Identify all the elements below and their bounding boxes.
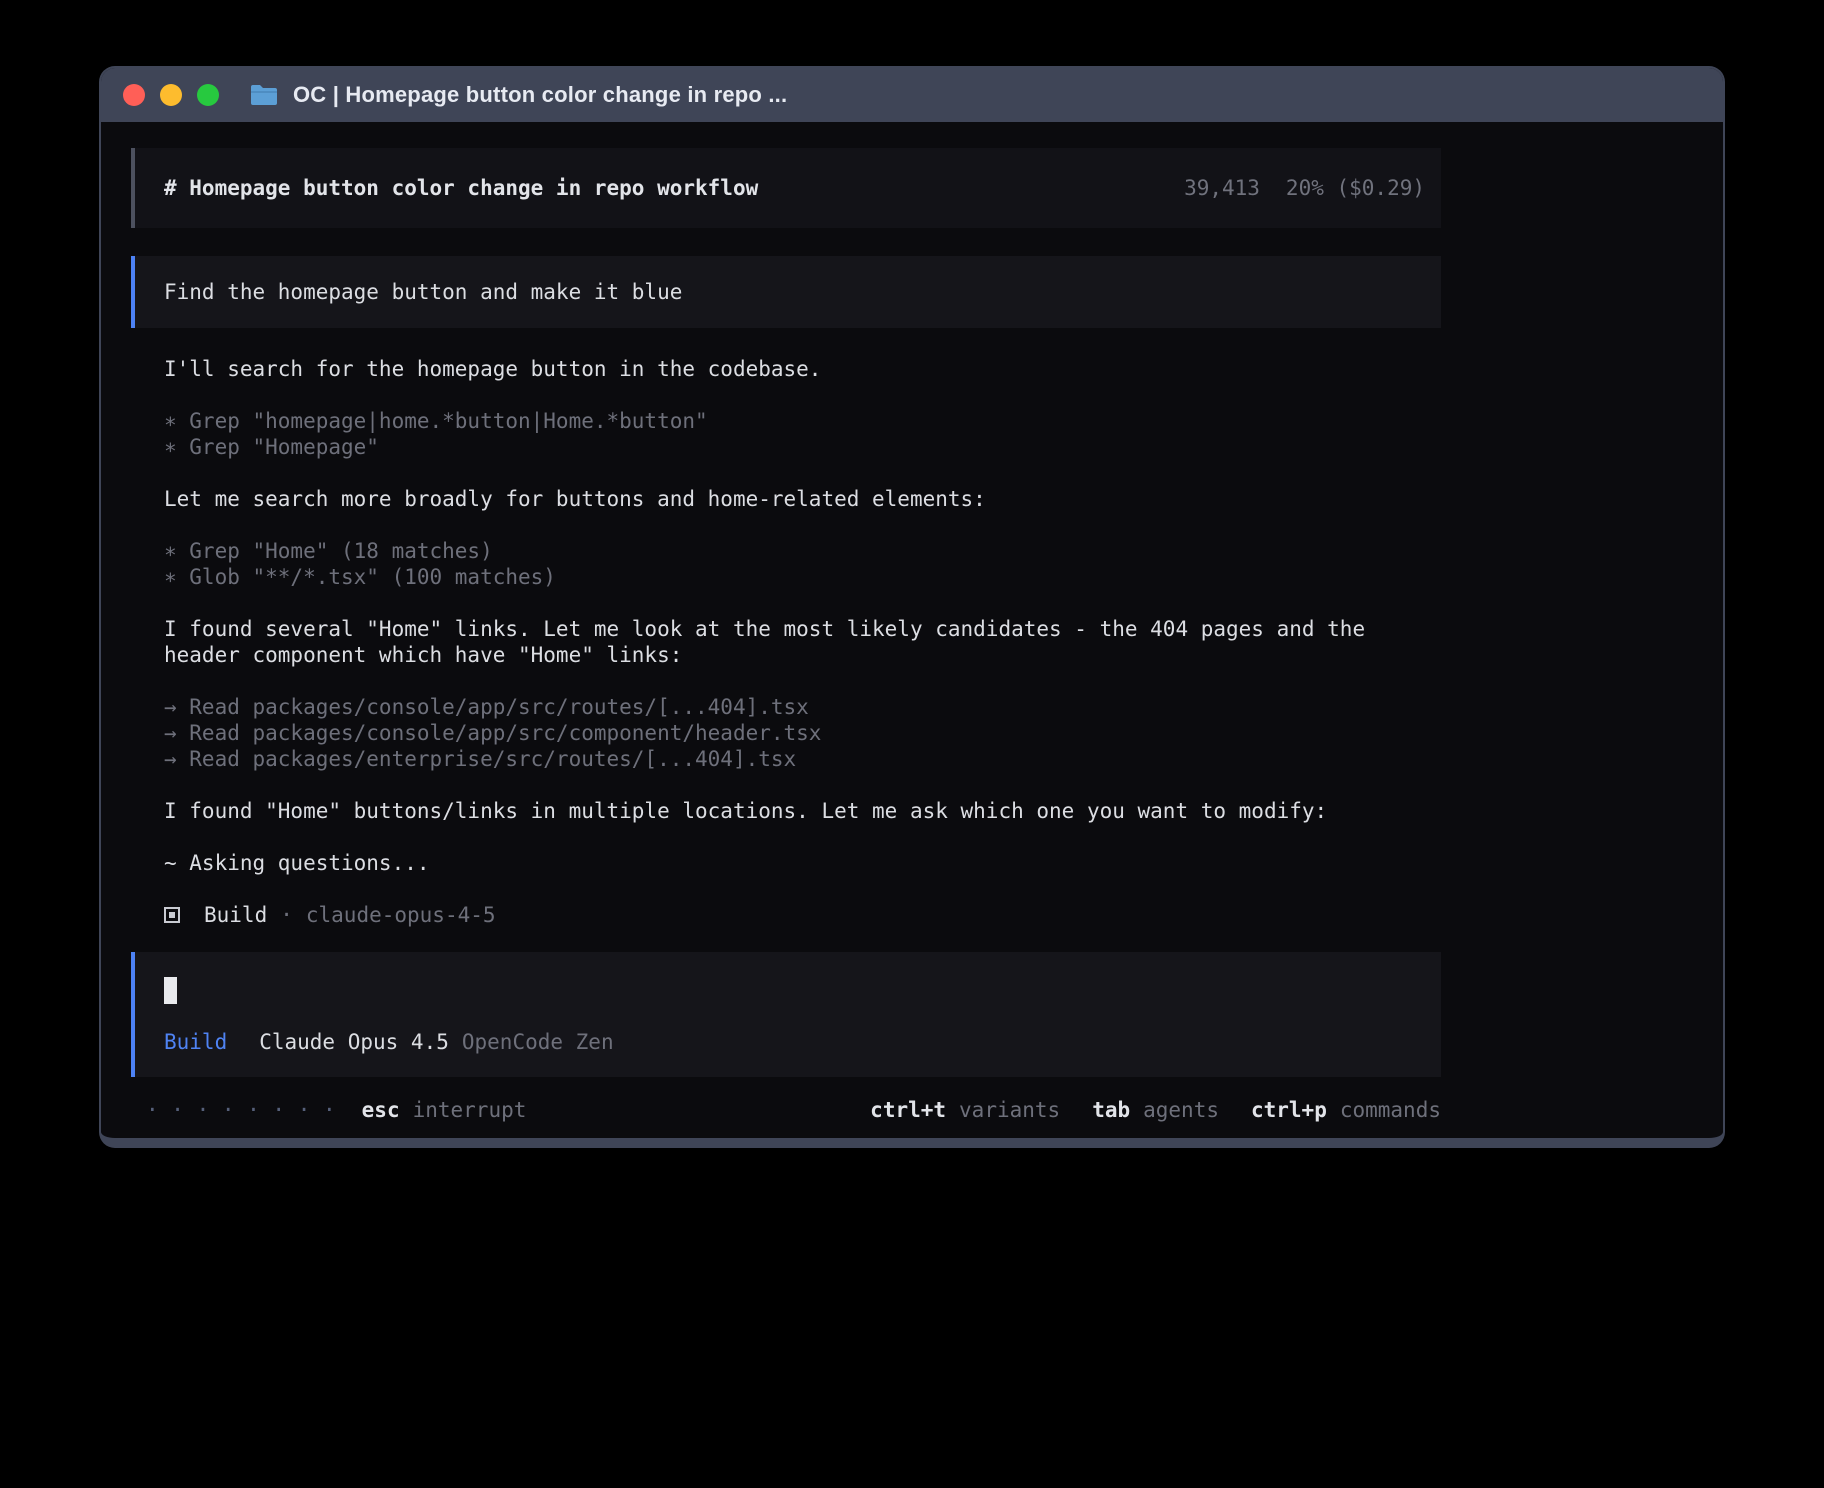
agent-status-line: Build · claude-opus-4-5 xyxy=(131,902,1441,928)
folder-icon xyxy=(249,83,279,107)
shortcut-variants: ctrl+t variants xyxy=(870,1097,1060,1123)
shortcut-label: commands xyxy=(1340,1097,1441,1123)
agent-name: Build xyxy=(204,902,267,928)
token-count: 39,413 xyxy=(1184,175,1260,201)
titlebar[interactable]: OC | Homepage button color change in rep… xyxy=(101,68,1723,122)
zoom-button[interactable] xyxy=(197,84,219,106)
tool-call-read: → Read packages/enterprise/src/routes/[.… xyxy=(164,746,1441,772)
interrupt-label: interrupt xyxy=(413,1097,527,1123)
traffic-lights xyxy=(123,84,219,106)
status-bar: · · · · · · · · esc interrupt ctrl+t var… xyxy=(131,1097,1441,1123)
agent-separator: · xyxy=(280,902,293,928)
shortcut-agents: tab agents xyxy=(1092,1097,1219,1123)
terminal-window: OC | Homepage button color change in rep… xyxy=(99,66,1725,1148)
agent-square-icon xyxy=(164,907,180,923)
session-stats: 39,413 20% ($0.29) xyxy=(1184,175,1425,201)
shortcut-commands: ctrl+p commands xyxy=(1251,1097,1441,1123)
shortcut-label: agents xyxy=(1143,1097,1219,1123)
context-usage: 20% ($0.29) xyxy=(1286,175,1425,201)
status-left: · · · · · · · · esc interrupt xyxy=(146,1097,526,1123)
window-title: OC | Homepage button color change in rep… xyxy=(293,82,787,108)
tool-call-glob: ∗ Glob "**/*.tsx" (100 matches) xyxy=(164,564,1441,590)
tool-call-group: ∗ Grep "homepage|home.*button|Home.*butt… xyxy=(131,408,1441,460)
assistant-message: Let me search more broadly for buttons a… xyxy=(131,486,1441,512)
input-footer: Build Claude Opus 4.5 OpenCode Zen xyxy=(164,1029,1441,1055)
shortcut-label: variants xyxy=(959,1097,1060,1123)
tool-call-group: ∗ Grep "Home" (18 matches) ∗ Glob "**/*.… xyxy=(131,538,1441,590)
tool-call-grep: ∗ Grep "Homepage" xyxy=(164,434,1441,460)
spinner-dots: · · · · · · · · xyxy=(146,1097,336,1123)
assistant-status: ~ Asking questions... xyxy=(131,850,1441,876)
shortcut-key: ctrl+p xyxy=(1251,1097,1327,1123)
model-label[interactable]: Claude Opus 4.5 xyxy=(259,1029,449,1055)
tool-call-group: → Read packages/console/app/src/routes/[… xyxy=(131,694,1441,772)
tool-call-grep: ∗ Grep "Home" (18 matches) xyxy=(164,538,1441,564)
minimize-button[interactable] xyxy=(160,84,182,106)
shortcut-key: ctrl+t xyxy=(870,1097,946,1123)
close-button[interactable] xyxy=(123,84,145,106)
prompt-input[interactable]: Build Claude Opus 4.5 OpenCode Zen xyxy=(131,952,1441,1077)
status-right: ctrl+t variants tab agents ctrl+p comman… xyxy=(870,1097,1441,1123)
assistant-message: I found several "Home" links. Let me loo… xyxy=(131,616,1441,668)
session-header: # Homepage button color change in repo w… xyxy=(131,148,1441,228)
session-title: # Homepage button color change in repo w… xyxy=(164,175,758,201)
agent-model: claude-opus-4-5 xyxy=(306,902,496,928)
mode-label[interactable]: Build xyxy=(164,1029,227,1055)
assistant-message: I'll search for the homepage button in t… xyxy=(131,356,1441,382)
tool-call-read: → Read packages/console/app/src/componen… xyxy=(164,720,1441,746)
terminal-content: # Homepage button color change in repo w… xyxy=(101,122,1441,1123)
text-cursor xyxy=(164,977,177,1004)
user-message-text: Find the homepage button and make it blu… xyxy=(164,279,682,305)
shortcut-key: tab xyxy=(1092,1097,1130,1123)
tool-call-read: → Read packages/console/app/src/routes/[… xyxy=(164,694,1441,720)
tool-call-grep: ∗ Grep "homepage|home.*button|Home.*butt… xyxy=(164,408,1441,434)
user-message-block: Find the homepage button and make it blu… xyxy=(131,256,1441,328)
esc-key-hint: esc xyxy=(362,1097,400,1123)
assistant-message: I found "Home" buttons/links in multiple… xyxy=(131,798,1441,824)
provider-label: OpenCode Zen xyxy=(462,1029,614,1055)
